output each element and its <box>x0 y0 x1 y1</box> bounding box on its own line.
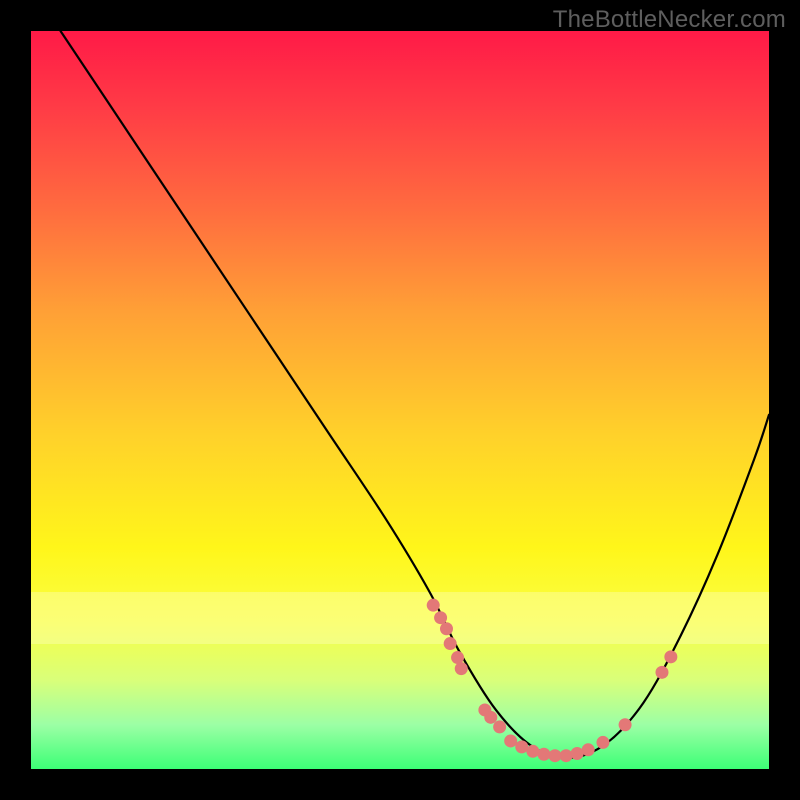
data-point <box>571 747 584 760</box>
data-points-group <box>427 599 678 763</box>
bottleneck-curve <box>61 31 769 758</box>
data-point <box>619 718 632 731</box>
outer-frame: TheBottleNecker.com <box>0 0 800 800</box>
data-point <box>582 743 595 756</box>
data-point <box>596 736 609 749</box>
data-point <box>504 734 517 747</box>
data-point <box>427 599 440 612</box>
data-point <box>560 749 573 762</box>
data-point <box>440 622 453 635</box>
data-point <box>537 748 550 761</box>
data-point <box>548 749 561 762</box>
data-point <box>493 720 506 733</box>
data-point <box>655 666 668 679</box>
data-point <box>444 637 457 650</box>
data-point <box>515 740 528 753</box>
plot-area <box>31 31 769 769</box>
data-point <box>451 651 464 664</box>
data-point <box>526 745 539 758</box>
watermark-text: TheBottleNecker.com <box>553 6 786 34</box>
data-point <box>664 650 677 663</box>
data-point <box>484 711 497 724</box>
data-point <box>455 662 468 675</box>
data-point <box>434 611 447 624</box>
curve-svg <box>31 31 769 769</box>
